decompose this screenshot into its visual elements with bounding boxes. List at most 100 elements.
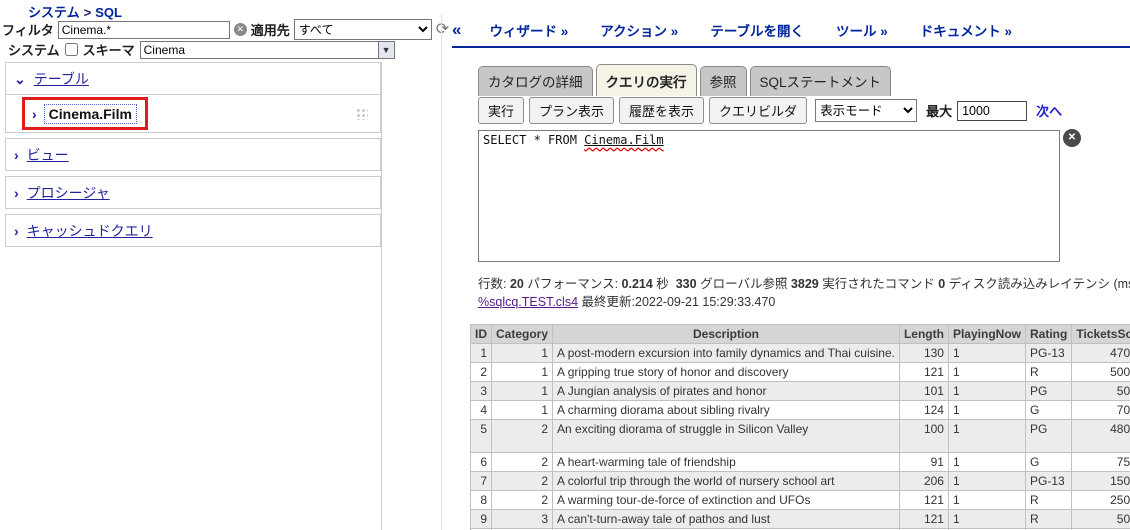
sidebar-item-procedures[interactable]: › プロシージャ (6, 177, 380, 208)
tab-execute-query[interactable]: クエリの実行 (596, 64, 697, 96)
refresh-icon[interactable]: ⟳ (436, 22, 449, 38)
show-history-button[interactable]: 履歴を表示 (619, 97, 704, 124)
tab-browse[interactable]: 参照 (700, 66, 747, 96)
views-link[interactable]: ビュー (27, 145, 69, 165)
panel-divider (441, 14, 442, 530)
menu-wizards[interactable]: ウィザード » (489, 20, 568, 40)
results-table: IDCategoryDescriptionLengthPlayingNowRat… (470, 324, 1130, 530)
stats-part: 3829 (791, 277, 819, 291)
cell-playing_now: 1 (948, 472, 1025, 491)
cell-id: 7 (471, 472, 492, 491)
cell-playing_now: 1 (948, 382, 1025, 401)
cached-query-line: %sqlcq.TEST.cls4 最終更新:2022-09-21 15:29:3… (478, 291, 775, 310)
apply-to-label: 適用先 (251, 20, 290, 39)
apply-to-select[interactable]: すべて (294, 19, 432, 40)
query-builder-button[interactable]: クエリビルダ (709, 97, 807, 124)
cell-playing_now: 1 (948, 363, 1025, 382)
cached-queries-link[interactable]: キャッシュドクエリ (27, 221, 153, 241)
cell-length: 206 (899, 472, 948, 491)
cinema-film-link[interactable]: Cinema.Film (45, 105, 136, 123)
drag-handle-icon[interactable] (356, 108, 368, 120)
schema-bar: システム スキーマ ▼ (8, 40, 395, 59)
close-icon[interactable]: ✕ (1063, 129, 1081, 147)
query-toolbar: 実行 プラン表示 履歴を表示 クエリビルダ 表示モード 最大 次へ (478, 97, 1062, 124)
filter-input[interactable] (58, 21, 230, 39)
table-row: 62A heart-warming tale of friendship911G… (471, 453, 1130, 472)
cell-tickets_sold: 7500 (1072, 453, 1130, 472)
procedures-link[interactable]: プロシージャ (27, 183, 110, 203)
cell-length: 130 (899, 344, 948, 363)
cell-description: A gripping true story of honor and disco… (553, 363, 900, 382)
tab-sql-statements[interactable]: SQLステートメント (750, 66, 892, 96)
cell-description: A Jungian analysis of pirates and honor (553, 382, 900, 401)
cell-description: A charming diorama about sibling rivalry (553, 401, 900, 420)
cell-id: 9 (471, 510, 492, 529)
cached-query-link[interactable]: %sqlcq.TEST.cls4 (478, 295, 578, 309)
cell-length: 101 (899, 382, 948, 401)
clear-filter-icon[interactable]: ✕ (234, 23, 247, 36)
cell-id: 8 (471, 491, 492, 510)
cell-length: 91 (899, 453, 948, 472)
stats-part: ディスク読み込みレイテンシ (ms) クエリ・キャッ (945, 277, 1130, 291)
max-label: 最大 (926, 101, 952, 120)
object-tree-sidebar: ⌄ テーブル › Cinema.Film › ビュー › プロシージャ (5, 62, 382, 530)
sidebar-item-views[interactable]: › ビュー (6, 139, 380, 170)
column-header: TicketsSold (1072, 325, 1130, 344)
cell-id: 3 (471, 382, 492, 401)
cell-category: 2 (492, 453, 553, 472)
query-editor[interactable]: SELECT * FROM Cinema.Film (478, 130, 1060, 262)
chevron-right-icon[interactable]: › (32, 109, 37, 119)
tab-catalog-details[interactable]: カタログの詳細 (478, 66, 593, 96)
cell-length: 121 (899, 510, 948, 529)
menu-open-table[interactable]: テーブルを開く (710, 20, 804, 40)
sidebar-item-cinema-film[interactable]: › Cinema.Film (6, 94, 380, 132)
stats-part: 行数: (478, 277, 510, 291)
cell-tickets_sold: 7000 (1072, 401, 1130, 420)
chevron-right-icon: › (14, 150, 19, 160)
cell-length: 121 (899, 363, 948, 382)
schema-input[interactable] (140, 41, 378, 59)
cell-category: 1 (492, 363, 553, 382)
menu-tools[interactable]: ツール » (836, 20, 888, 40)
cell-category: 1 (492, 382, 553, 401)
table-header-row: IDCategoryDescriptionLengthPlayingNowRat… (471, 325, 1130, 344)
column-header: Rating (1025, 325, 1071, 344)
cell-category: 1 (492, 401, 553, 420)
collapse-panel-icon[interactable]: « (452, 20, 461, 40)
execute-button[interactable]: 実行 (478, 97, 524, 124)
views-section-box: › ビュー (5, 138, 381, 171)
cell-description: A warming tour-de-force of extinction an… (553, 491, 900, 510)
system-checkbox[interactable] (65, 43, 78, 56)
stats-part: 0.214 (622, 277, 653, 291)
show-plan-button[interactable]: プラン表示 (529, 97, 614, 124)
schema-dropdown-icon[interactable]: ▼ (378, 41, 395, 59)
stats-part: 20 (510, 277, 524, 291)
last-update-text: 最終更新:2022-09-21 15:29:33.470 (582, 295, 776, 309)
stats-part: 330 (676, 277, 697, 291)
cell-tickets_sold: 47000 (1072, 344, 1130, 363)
tables-link[interactable]: テーブル (34, 69, 89, 89)
breadcrumb-system-link[interactable]: システム (28, 5, 80, 20)
breadcrumb-separator: > (80, 5, 96, 20)
cell-category: 3 (492, 510, 553, 529)
table-row: 82A warming tour-de-force of extinction … (471, 491, 1130, 510)
cell-description: A heart-warming tale of friendship (553, 453, 900, 472)
next-link[interactable]: 次へ (1036, 101, 1062, 120)
procedures-section-box: › プロシージャ (5, 176, 381, 209)
chevron-right-icon: › (14, 188, 19, 198)
cell-rating: PG-13 (1025, 344, 1071, 363)
sidebar-item-cached-queries[interactable]: › キャッシュドクエリ (6, 215, 380, 246)
column-header: ID (471, 325, 492, 344)
display-mode-select[interactable]: 表示モード (815, 99, 917, 122)
menubar-underline (452, 46, 1130, 48)
menu-documents[interactable]: ドキュメント » (920, 20, 1012, 40)
menu-actions[interactable]: アクション » (600, 20, 678, 40)
schema-label: スキーマ (83, 40, 135, 59)
cell-rating: PG (1025, 382, 1071, 401)
sidebar-item-tables[interactable]: ⌄ テーブル (6, 63, 380, 94)
table-row: 72A colorful trip through the world of n… (471, 472, 1130, 491)
menu-items: ウィザード » アクション » テーブルを開く ツール » ドキュメント » (489, 20, 1012, 40)
stats-part: パフォーマンス: (524, 277, 622, 291)
max-rows-input[interactable] (957, 101, 1027, 121)
cell-description: A can't-turn-away tale of pathos and lus… (553, 510, 900, 529)
